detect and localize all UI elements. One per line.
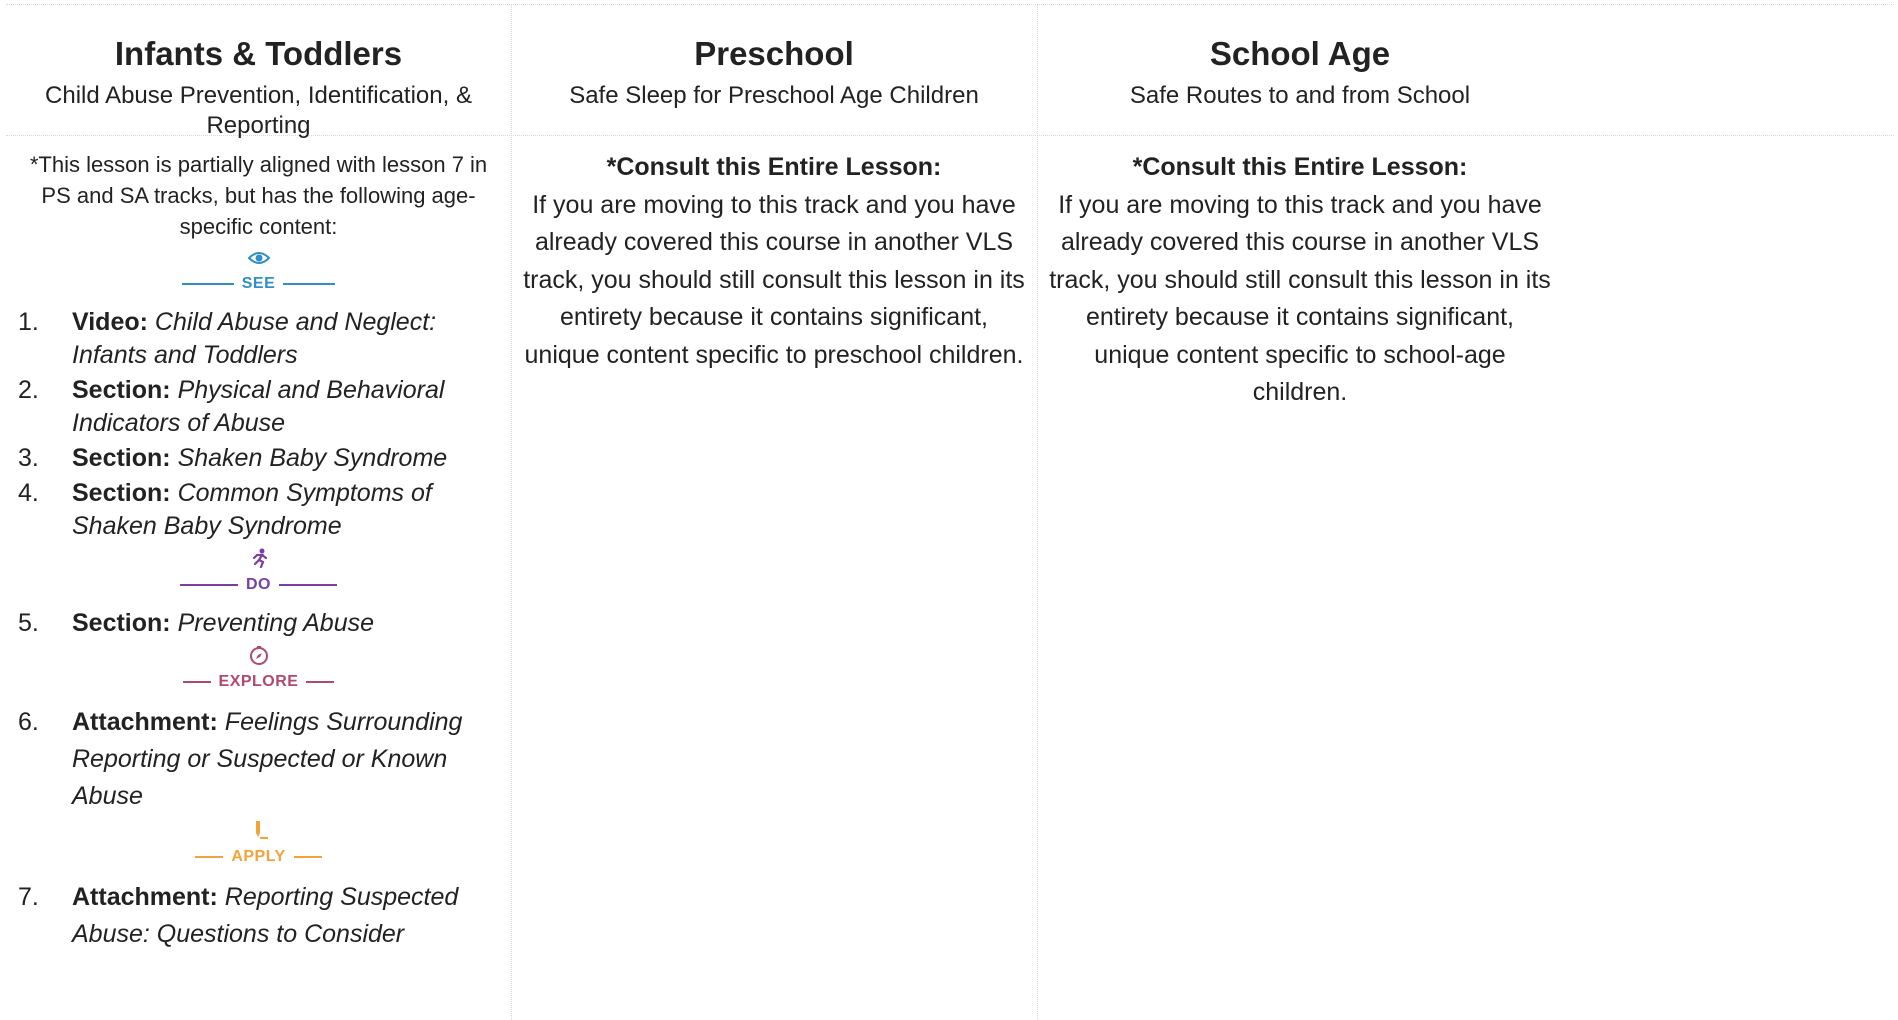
see-badge: SEE: [6, 246, 511, 304]
badge-label: EXPLORE: [218, 673, 299, 690]
column-title: Infants & Toddlers: [114, 35, 403, 72]
list-item: 5. Section: Preventing Abuse: [18, 609, 375, 637]
explore-badge: EXPLORE: [6, 644, 511, 702]
column-subtitle: Safe Sleep for Preschool Age Children: [569, 82, 979, 109]
list-item: 3. Section: Shaken Baby Syndrome: [18, 444, 448, 472]
lesson-comparison-table: Infants & Toddlers Child Abuse Preventio…: [6, 4, 1894, 1020]
list-item: 6. Attachment: Feelings Surrounding Repor…: [18, 708, 463, 810]
badge-label: DO: [246, 576, 271, 593]
content-list: 6. Attachment: Feelings Surrounding Repor…: [6, 704, 511, 815]
preschool-content: *Consult this Entire Lesson: If you are …: [511, 135, 1037, 374]
alignment-note: *This lesson is partially aligned with l…: [29, 152, 488, 239]
consult-lesson-block: *Consult this Entire Lesson: If you are …: [1037, 135, 1563, 412]
consult-text: If you are moving to this track and you …: [1049, 190, 1551, 407]
consult-lesson-block: *Consult this Entire Lesson: If you are …: [511, 135, 1037, 374]
eye-icon: [6, 246, 511, 272]
content-list: 1. Video: Child Abuse and Neglect: Infant…: [6, 306, 511, 543]
content-list: 7. Attachment: Reporting Suspected Abuse:…: [6, 879, 511, 953]
consult-heading: *Consult this Entire Lesson:: [606, 153, 942, 181]
header-infants-toddlers: Infants & Toddlers Child Abuse Preventio…: [6, 5, 511, 139]
list-item: 2. Section: Physical and Behavioral Indic…: [18, 376, 445, 437]
column-subtitle: Child Abuse Prevention, Identification, …: [45, 82, 472, 139]
column-title: Preschool: [694, 35, 854, 72]
infants-toddlers-content: *This lesson is partially aligned with l…: [6, 135, 511, 955]
column-subtitle: Safe Routes to and from School: [1129, 82, 1471, 109]
school-age-content: *Consult this Entire Lesson: If you are …: [1037, 135, 1563, 412]
list-item: 4. Section: Common Symptoms of Shaken Bab…: [18, 479, 432, 540]
badge-label: APPLY: [231, 848, 286, 865]
column-title: School Age: [1209, 35, 1391, 72]
do-badge: DO: [6, 547, 511, 605]
header-school-age: School Age Safe Routes to and from Schoo…: [1037, 5, 1563, 135]
list-item: 7. Attachment: Reporting Suspected Abuse:…: [18, 883, 459, 948]
compass-icon: [6, 644, 511, 670]
pencil-icon: [6, 819, 511, 845]
running-person-icon: [6, 547, 511, 573]
content-list: 5. Section: Preventing Abuse: [6, 607, 511, 640]
apply-badge: APPLY: [6, 819, 511, 877]
consult-heading: *Consult this Entire Lesson:: [1132, 153, 1468, 181]
consult-text: If you are moving to this track and you …: [523, 190, 1025, 369]
badge-label: SEE: [241, 275, 276, 292]
list-item: 1. Video: Child Abuse and Neglect: Infant…: [18, 308, 437, 369]
header-preschool: Preschool Safe Sleep for Preschool Age C…: [511, 5, 1037, 135]
